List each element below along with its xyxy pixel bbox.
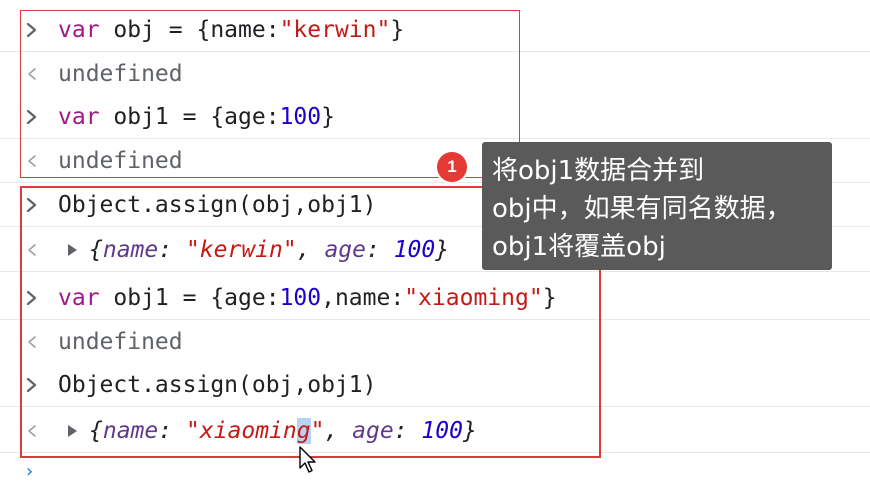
annotation-line-1: 将obj1数据合并到: [492, 156, 705, 186]
code-token: obj1 = {age:: [99, 285, 280, 311]
code-token: var: [58, 104, 100, 130]
code-token: obj = {name:: [99, 17, 280, 43]
code-token: var: [58, 17, 100, 43]
console-command-text: Object.assign(obj,obj1): [58, 183, 377, 227]
console-object-result: {name: "kerwin", age: 100}: [62, 228, 449, 272]
code-token: {: [89, 418, 103, 444]
console-output-text: undefined: [58, 320, 183, 364]
console-input-row: var obj1 = {age: 100}: [0, 95, 870, 139]
code-token: ,: [296, 237, 325, 263]
console-command-text: var obj = {name: "kerwin"}: [58, 8, 404, 52]
code-token: 100: [279, 104, 322, 130]
code-token: var: [58, 285, 100, 311]
code-token: :: [393, 418, 422, 444]
annotation-line-3: obj1将覆盖obj: [492, 232, 666, 262]
code-token: }: [435, 237, 450, 263]
code-token: Object.assign(obj,obj1): [58, 192, 377, 218]
code-token: ,: [324, 418, 353, 444]
output-value: undefined: [58, 329, 183, 355]
code-token: :: [158, 237, 186, 263]
input-chevron-icon: [20, 276, 44, 320]
code-token: obj1 = {age:: [99, 104, 280, 130]
code-token: {: [89, 237, 103, 263]
console-output-text: undefined: [58, 52, 183, 96]
console-output-row: undefined: [0, 320, 870, 364]
step-badge: 1: [437, 152, 467, 182]
code-token: Object.assign(obj,obj1): [58, 372, 377, 398]
console-object-result: {name: "xiaoming", age: 100}: [62, 409, 477, 453]
code-token: }: [462, 418, 477, 444]
console-input-row: Object.assign(obj,obj1): [0, 363, 870, 407]
input-chevron-icon: [20, 363, 44, 407]
input-chevron-icon: [20, 183, 44, 227]
code-token: :: [365, 237, 394, 263]
code-token: }: [321, 104, 335, 130]
console-command-text: var obj1 = {age: 100}: [58, 95, 335, 139]
code-token: 100: [393, 237, 436, 263]
object-preview[interactable]: {name: "xiaoming", age: 100}: [89, 418, 477, 444]
code-token: age: [324, 237, 366, 263]
input-chevron-icon: [20, 8, 44, 52]
console-output-text: undefined: [58, 139, 183, 183]
object-preview[interactable]: {name: "kerwin", age: 100}: [89, 237, 449, 263]
code-token: 100: [421, 418, 463, 444]
console-command-text: var obj1 = {age: 100 ,name: "xiaoming"}: [58, 276, 557, 320]
annotation-line-2: obj中，如果有同名数据，: [492, 194, 792, 224]
mouse-cursor-icon: [299, 446, 316, 473]
code-token: }: [542, 285, 557, 311]
code-token: name: [102, 418, 159, 444]
annotation-tooltip: 将obj1数据合并到 obj中，如果有同名数据， obj1将覆盖obj: [482, 142, 832, 270]
expand-triangle-icon[interactable]: [68, 425, 77, 437]
output-return-icon: [20, 409, 44, 453]
expand-triangle-icon[interactable]: [68, 244, 77, 256]
console-output-row: undefined: [0, 52, 870, 96]
code-token: 100: [279, 285, 322, 311]
console-prompt-icon[interactable]: ›: [24, 461, 35, 482]
output-return-icon: [20, 320, 44, 364]
code-token: :: [158, 418, 186, 444]
output-return-icon: [20, 52, 44, 96]
code-token: age: [352, 418, 394, 444]
code-token: ,name:: [321, 285, 405, 311]
code-token: }: [390, 17, 405, 43]
console-input-row: var obj1 = {age: 100 ,name: "xiaoming"}: [0, 276, 870, 320]
code-token: "kerwin": [185, 237, 297, 263]
console-input-row: var obj = {name: "kerwin"}: [0, 8, 870, 52]
code-token: "xiaomin: [185, 418, 297, 444]
code-token: "xiaoming": [404, 285, 543, 311]
code-token: name: [102, 237, 159, 263]
code-token: "kerwin": [279, 17, 391, 43]
output-return-icon: [20, 228, 44, 272]
output-value: undefined: [58, 148, 183, 174]
input-chevron-icon: [20, 95, 44, 139]
output-value: undefined: [58, 61, 183, 87]
code-token: g: [296, 418, 311, 444]
console-command-text: Object.assign(obj,obj1): [58, 363, 377, 407]
console-output-row: {name: "xiaoming", age: 100}: [0, 409, 870, 453]
code-token: ": [310, 418, 325, 444]
output-return-icon: [20, 139, 44, 183]
